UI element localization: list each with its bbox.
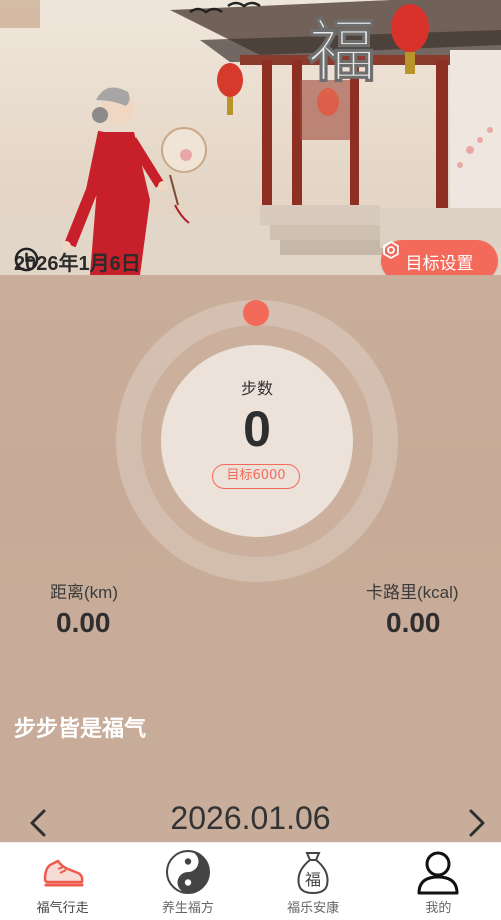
distance-label: 距离(km) xyxy=(50,583,118,602)
page: 福 2026年1月6日 目标设置 步数 0 目标6000 距离(km) 0.00… xyxy=(0,0,501,920)
goal-settings-label: 目标设置 xyxy=(405,253,474,273)
bottom-tab-bar: 福气行走 养生福方 福 福乐安康 我的 xyxy=(0,842,501,920)
tab-walk[interactable]: 福气行走 xyxy=(0,843,125,920)
tab-profile[interactable]: 我的 xyxy=(376,843,501,920)
distance-value: 0.00 xyxy=(56,607,111,638)
steps-label: 步数 xyxy=(240,379,273,398)
selected-date: 2026.01.06 xyxy=(170,800,331,836)
clock-icon xyxy=(14,247,39,272)
previous-day-button[interactable] xyxy=(24,806,54,840)
tab-walk-label: 福气行走 xyxy=(36,901,89,916)
chevron-left-icon xyxy=(30,809,46,837)
calorie-label: 卡路里(kcal) xyxy=(366,583,459,602)
goal-settings-button[interactable]: 目标设置 xyxy=(381,240,498,275)
tab-wellbeing-label: 福乐安康 xyxy=(287,901,340,916)
tab-health-tips[interactable]: 养生福方 xyxy=(125,843,250,920)
progress-indicator-dot xyxy=(243,300,269,326)
calorie-value: 0.00 xyxy=(386,607,441,638)
step-target-badge: 目标6000 xyxy=(212,464,300,489)
steps-value: 0 xyxy=(243,401,271,457)
tab-wellbeing[interactable]: 福 福乐安康 xyxy=(251,843,376,920)
user-icon xyxy=(417,851,459,895)
chevron-right-icon xyxy=(469,809,485,837)
hero-banner: 福 2026年1月6日 目标设置 xyxy=(0,0,501,275)
yin-yang-icon xyxy=(165,850,210,894)
next-day-button[interactable] xyxy=(461,806,491,840)
svg-text:福: 福 xyxy=(305,870,321,889)
motto-text: 步步皆是福气 xyxy=(14,717,147,742)
date-chip: 2026年1月6日 xyxy=(14,247,141,275)
tab-profile-label: 我的 xyxy=(425,901,452,916)
shoe-icon xyxy=(43,859,84,887)
gear-icon xyxy=(383,240,399,260)
hero-illustration: 福 xyxy=(0,0,501,275)
fortune-bag-icon: 福 xyxy=(297,852,329,895)
tab-health-tips-label: 养生福方 xyxy=(161,901,214,916)
svg-text:福: 福 xyxy=(307,12,376,92)
